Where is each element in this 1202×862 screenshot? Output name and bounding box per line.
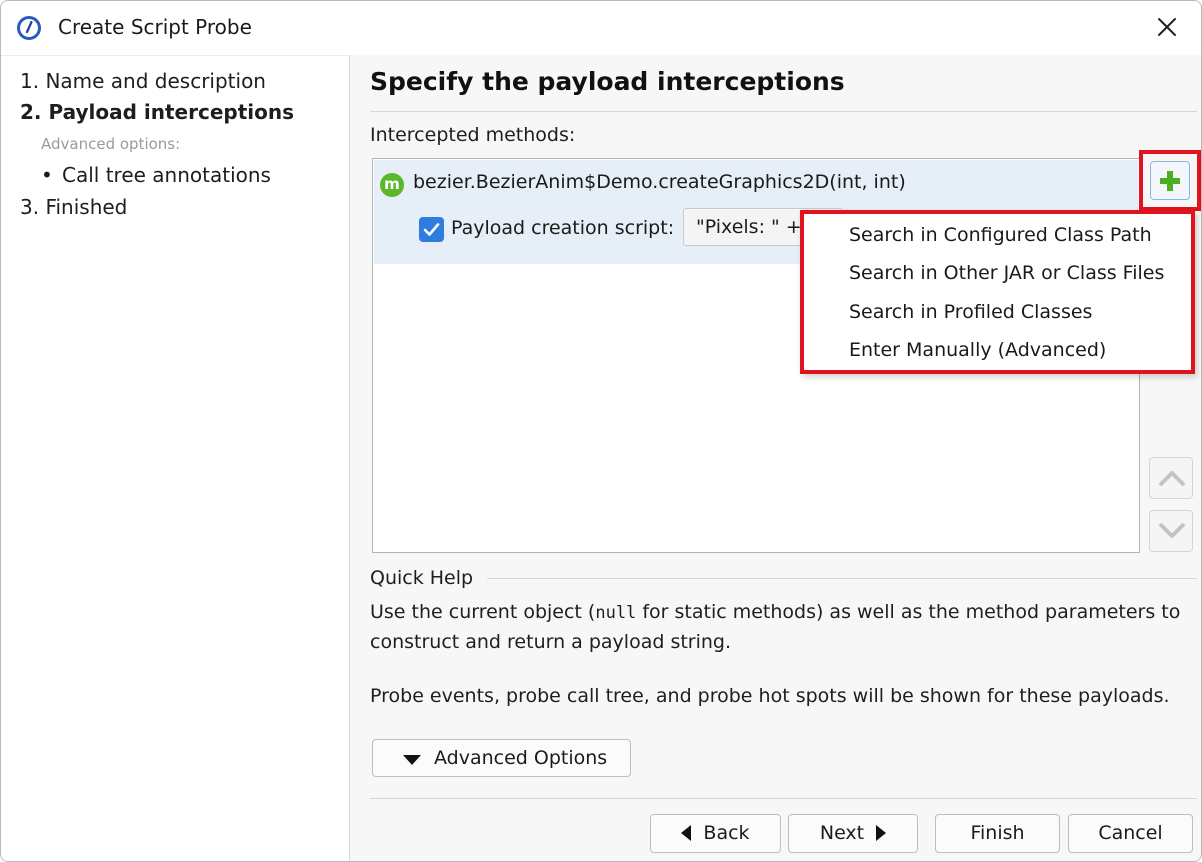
finish-button[interactable]: Finish: [935, 814, 1060, 853]
step-finished[interactable]: 3. Finished: [20, 195, 127, 219]
next-button[interactable]: Next: [788, 814, 918, 853]
page-title: Specify the payload interceptions: [370, 67, 845, 96]
menu-item-search-profiled-classes[interactable]: Search in Profiled Classes: [849, 301, 1092, 323]
add-button-highlight: [1139, 150, 1201, 211]
quick-help-line-2: construct and return a payload string.: [370, 631, 732, 653]
intercepted-methods-label: Intercepted methods:: [370, 124, 576, 146]
title-bar: Create Script Probe: [1, 1, 1201, 55]
divider: [487, 578, 1197, 579]
step-name-and-description[interactable]: 1. Name and description: [20, 69, 266, 93]
add-method-menu: Search in Configured Class Path Search i…: [800, 210, 1195, 374]
quick-help-line-1: Use the current object (null for static …: [370, 601, 1180, 623]
menu-item-search-configured-class-path[interactable]: Search in Configured Class Path: [849, 224, 1152, 246]
advanced-options-button[interactable]: Advanced Options: [372, 739, 631, 777]
payload-script-label: Payload creation script:: [451, 217, 675, 239]
cancel-button[interactable]: Cancel: [1068, 814, 1193, 853]
triangle-down-icon: [403, 755, 421, 765]
back-label: Back: [703, 822, 750, 844]
dialog-window: Create Script Probe 1. Name and descript…: [0, 0, 1202, 862]
next-label: Next: [819, 822, 865, 844]
method-icon: m: [380, 173, 404, 197]
profiler-gauge-icon: [17, 16, 41, 40]
advanced-options-label: Advanced Options: [434, 747, 608, 769]
add-method-button[interactable]: [1150, 161, 1190, 200]
back-button[interactable]: Back: [650, 814, 781, 853]
method-signature: bezier.BezierAnim$Demo.createGraphics2D(…: [413, 171, 906, 193]
advanced-options-label: Advanced options:: [41, 135, 181, 153]
help-code: null: [595, 603, 637, 623]
wizard-steps-panel: 1. Name and description 2. Payload inter…: [1, 55, 350, 861]
move-down-button[interactable]: [1149, 510, 1193, 552]
triangle-right-icon: [876, 825, 887, 841]
chevron-down-icon: [1158, 522, 1186, 538]
close-icon[interactable]: [1151, 11, 1183, 43]
check-icon: [423, 223, 440, 236]
payload-script-value: "Pixels: " +: [696, 216, 802, 238]
menu-item-enter-manually[interactable]: Enter Manually (Advanced): [849, 339, 1106, 361]
step-bullet: •: [41, 163, 53, 187]
chevron-up-icon: [1158, 471, 1186, 487]
help-text: for static methods) as well as the metho…: [636, 601, 1181, 623]
move-up-button[interactable]: [1149, 457, 1193, 499]
divider: [370, 798, 1197, 799]
plus-icon: [1160, 171, 1180, 191]
help-text: Use the current object (: [370, 601, 596, 623]
payload-script-checkbox[interactable]: [419, 217, 444, 242]
quick-help-title: Quick Help: [370, 567, 474, 589]
triangle-left-icon: [681, 825, 692, 841]
step-payload-interceptions[interactable]: 2. Payload interceptions: [20, 100, 294, 124]
divider: [370, 111, 1197, 112]
quick-help-line-3: Probe events, probe call tree, and probe…: [370, 685, 1170, 707]
menu-item-search-other-jar[interactable]: Search in Other JAR or Class Files: [849, 262, 1164, 284]
window-title: Create Script Probe: [58, 15, 252, 39]
step-call-tree-annotations[interactable]: Call tree annotations: [62, 163, 271, 187]
